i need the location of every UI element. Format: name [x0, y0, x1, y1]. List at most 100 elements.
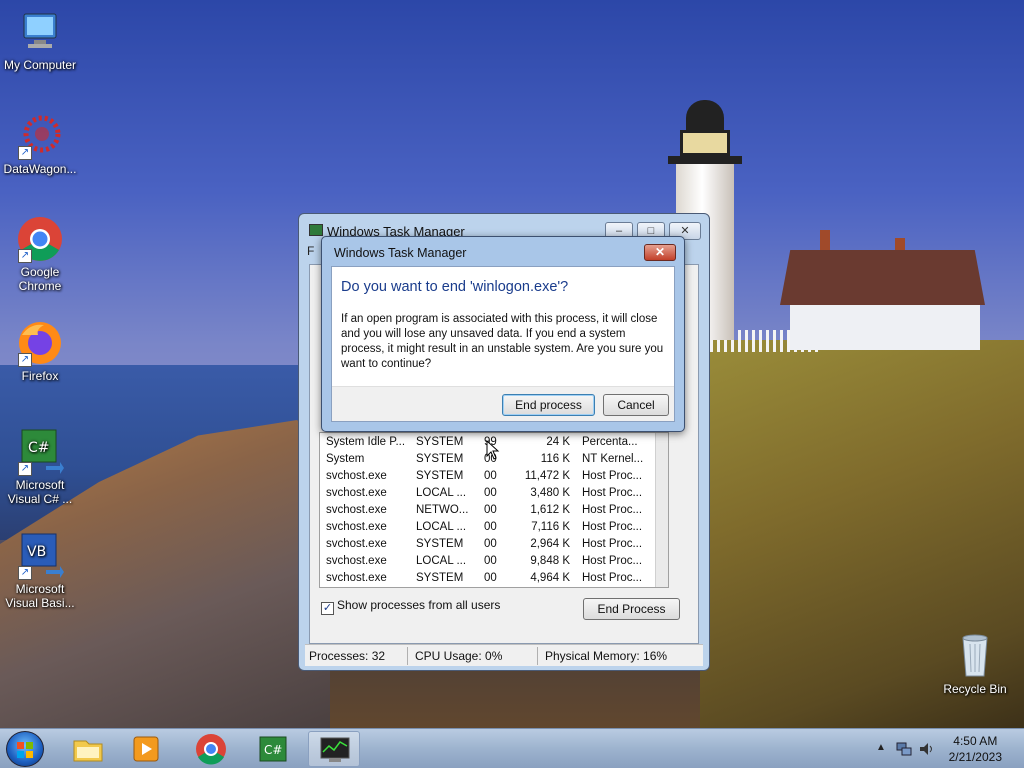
process-description: NT Kernel...	[582, 453, 644, 465]
process-cpu: 00	[484, 555, 497, 567]
process-list-scrollbar[interactable]	[655, 433, 668, 587]
process-cpu: 00	[484, 470, 497, 482]
task-manager-icon	[309, 224, 323, 236]
desktop-icon-my-computer[interactable]: My Computer	[0, 8, 80, 72]
firefox-icon: ↗	[16, 319, 64, 367]
desktop-icon-label: Microsoft Visual C# ...	[7, 478, 73, 506]
datawagon-icon: ↗	[16, 112, 64, 160]
process-name: svchost.exe	[326, 521, 387, 533]
desktop-icon-label: Recycle Bin	[943, 682, 1007, 696]
process-description: Percenta...	[582, 436, 638, 448]
table-row[interactable]: svchost.exe SYSTEM 00 11,472 K Host Proc…	[320, 469, 656, 486]
taskbar-explorer[interactable]	[62, 731, 114, 767]
table-row[interactable]: svchost.exe NETWO... 00 1,612 K Host Pro…	[320, 503, 656, 520]
status-cpu-usage: CPU Usage: 0%	[415, 649, 503, 663]
volume-icon[interactable]	[918, 741, 934, 757]
process-description: Host Proc...	[582, 470, 643, 482]
table-row[interactable]: svchost.exe SYSTEM 00 4,964 K Host Proc.…	[320, 571, 656, 587]
chrome-icon: ↗	[16, 215, 64, 263]
show-all-users-label: Show processes from all users	[337, 598, 501, 612]
process-description: Host Proc...	[582, 572, 643, 584]
mouse-cursor-icon	[486, 440, 500, 460]
taskbar-clock[interactable]: 4:50 AM 2/21/2023	[949, 733, 1002, 765]
network-icon[interactable]	[896, 741, 912, 757]
desktop-icon-firefox[interactable]: ↗ Firefox	[0, 319, 80, 383]
table-row[interactable]: svchost.exe SYSTEM 00 2,964 K Host Proc.…	[320, 537, 656, 554]
desktop-icon-visual-csharp[interactable]: C# ↗ Microsoft Visual C# ...	[0, 428, 80, 506]
dialog-footer: End process Cancel	[332, 386, 674, 421]
visual-csharp-icon: C# ↗	[16, 428, 64, 476]
menu-file[interactable]: F	[307, 244, 314, 258]
end-process-dialog: Windows Task Manager ✕ Do you want to en…	[321, 236, 685, 432]
process-description: Host Proc...	[582, 504, 643, 516]
table-row[interactable]: svchost.exe LOCAL ... 00 3,480 K Host Pr…	[320, 486, 656, 503]
process-user: SYSTEM	[416, 453, 464, 465]
cancel-button[interactable]: Cancel	[603, 394, 669, 416]
table-row[interactable]: svchost.exe LOCAL ... 00 9,848 K Host Pr…	[320, 554, 656, 571]
taskbar-media-player[interactable]	[120, 731, 172, 767]
wallpaper-house	[780, 230, 985, 350]
clock-date: 2/21/2023	[948, 750, 1002, 764]
process-name: svchost.exe	[326, 538, 387, 550]
process-user: LOCAL ...	[416, 555, 467, 567]
desktop-icon-label: My Computer	[3, 58, 77, 72]
system-tray: ▲ 4:50 AM 2/21/2023	[864, 729, 1024, 768]
desktop-icon-visual-basic[interactable]: VB ↗ Microsoft Visual Basi...	[0, 532, 80, 610]
process-name: svchost.exe	[326, 504, 387, 516]
status-bar: Processes: 32 CPU Usage: 0% Physical Mem…	[305, 644, 703, 666]
process-user: LOCAL ...	[416, 487, 467, 499]
show-all-users-option[interactable]: ✓ Show processes from all users	[321, 598, 500, 615]
start-button[interactable]	[6, 731, 44, 767]
desktop-icon-recycle-bin[interactable]: Recycle Bin	[935, 632, 1015, 696]
clock-time: 4:50 AM	[953, 734, 998, 748]
show-all-users-checkbox[interactable]: ✓	[321, 602, 334, 615]
media-player-icon	[133, 736, 159, 762]
explorer-icon	[73, 740, 103, 762]
svg-text:C#: C#	[264, 743, 282, 757]
process-memory: 7,116 K	[531, 521, 570, 533]
desktop-icon-label: Microsoft Visual Basi...	[5, 582, 75, 610]
process-description: Host Proc...	[582, 555, 643, 567]
task-manager-icon	[320, 737, 350, 762]
visual-basic-icon: VB ↗	[16, 532, 64, 580]
confirm-end-process-button[interactable]: End process	[502, 394, 595, 416]
process-memory: 4,964 K	[530, 572, 570, 584]
process-cpu: 00	[484, 572, 497, 584]
dialog-message: If an open program is associated with th…	[341, 313, 664, 370]
dialog-close-button[interactable]: ✕	[644, 244, 676, 261]
visual-csharp-icon: C#	[259, 736, 287, 762]
process-user: SYSTEM	[416, 538, 464, 550]
desktop-icon-datawagon[interactable]: ↗ DataWagon...	[0, 112, 80, 176]
process-cpu: 00	[484, 487, 497, 499]
process-name: svchost.exe	[326, 572, 387, 584]
taskbar-visual-csharp[interactable]: C#	[247, 731, 299, 767]
table-row[interactable]: svchost.exe LOCAL ... 00 7,116 K Host Pr…	[320, 520, 656, 537]
taskbar-chrome[interactable]	[185, 731, 237, 767]
desktop-icon-label: Google Chrome	[18, 265, 62, 293]
process-memory: 1,612 K	[530, 504, 570, 516]
process-description: Host Proc...	[582, 487, 643, 499]
process-cpu: 00	[484, 504, 497, 516]
process-name: svchost.exe	[326, 555, 387, 567]
process-memory: 3,480 K	[530, 487, 570, 499]
process-memory: 11,472 K	[524, 470, 570, 482]
process-cpu: 00	[484, 538, 497, 550]
process-user: SYSTEM	[416, 470, 464, 482]
process-name: svchost.exe	[326, 487, 387, 499]
taskbar: C# ▲ 4:50 AM 2/21/2023	[0, 728, 1024, 768]
dialog-heading: Do you want to end 'winlogon.exe'?	[341, 279, 569, 295]
process-name: System Idle P...	[326, 436, 406, 448]
desktop-icon-chrome[interactable]: ↗ Google Chrome	[0, 215, 80, 293]
taskbar-task-manager[interactable]	[308, 731, 360, 767]
svg-text:VB: VB	[27, 544, 46, 560]
process-memory: 9,848 K	[530, 555, 570, 567]
process-name: System	[326, 453, 365, 465]
process-user: NETWO...	[416, 504, 469, 516]
end-process-button[interactable]: End Process	[583, 598, 680, 620]
process-user: SYSTEM	[416, 436, 464, 448]
process-memory: 2,964 K	[530, 538, 570, 550]
show-hidden-icons-icon[interactable]: ▲	[876, 742, 886, 753]
dialog-body: Do you want to end 'winlogon.exe'? If an…	[331, 266, 675, 422]
windows-logo-icon	[17, 742, 33, 758]
chrome-icon	[196, 734, 226, 765]
